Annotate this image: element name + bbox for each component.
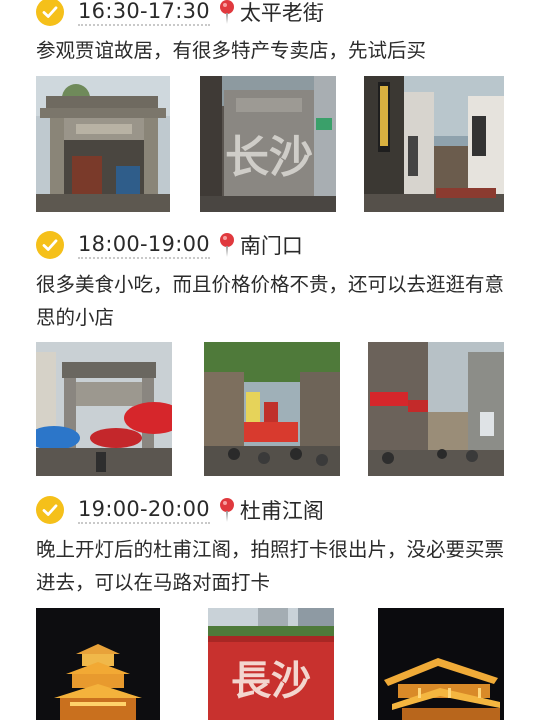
time-range: 18:00-19:00 [78, 232, 210, 259]
check-icon [36, 496, 64, 524]
section-description: 很多美食小吃，而且价格价格不贵，还可以去逛逛有意思的小店 [36, 273, 505, 329]
section-description: 晚上开灯后的杜甫江阁，拍照打卡很出片，没必要买票进去，可以在马路对面打卡 [36, 538, 505, 594]
photo-shop-street[interactable] [364, 76, 504, 212]
time-range: 19:00-20:00 [78, 497, 210, 524]
check-icon [36, 231, 64, 259]
photo-snack-street[interactable] [204, 342, 340, 476]
section-description: 参观贾谊故居，有很多特产专卖店，先试后买 [36, 39, 427, 62]
place-name: 南门口 [239, 234, 303, 258]
location-pin-icon [218, 0, 236, 25]
photo-changsha-red-sign[interactable]: 長沙 [208, 608, 334, 720]
photo-pavilion-closeup[interactable] [378, 608, 504, 720]
photo-shop-alley[interactable] [368, 342, 504, 476]
section-header: 19:00-20:00 杜甫江阁 [36, 494, 324, 526]
check-icon [36, 0, 64, 26]
sign-text: 长沙 [225, 132, 313, 183]
time-range: 16:30-17:30 [78, 0, 210, 26]
photo-archway-umbrellas[interactable] [36, 342, 172, 476]
place-name: 杜甫江阁 [239, 499, 324, 523]
photo-stone-archway[interactable] [36, 76, 170, 212]
location-pin-icon [218, 497, 236, 523]
location-pin-icon [218, 232, 236, 258]
sign-text: 長沙 [231, 657, 311, 704]
photo-pavilion-night[interactable] [36, 608, 160, 720]
photo-changsha-stone-sign[interactable]: 长沙 [200, 76, 336, 212]
section-header: 18:00-19:00 南门口 [36, 229, 303, 261]
place-name: 太平老街 [239, 1, 324, 25]
section-header: 16:30-17:30 太平老街 [36, 0, 324, 28]
